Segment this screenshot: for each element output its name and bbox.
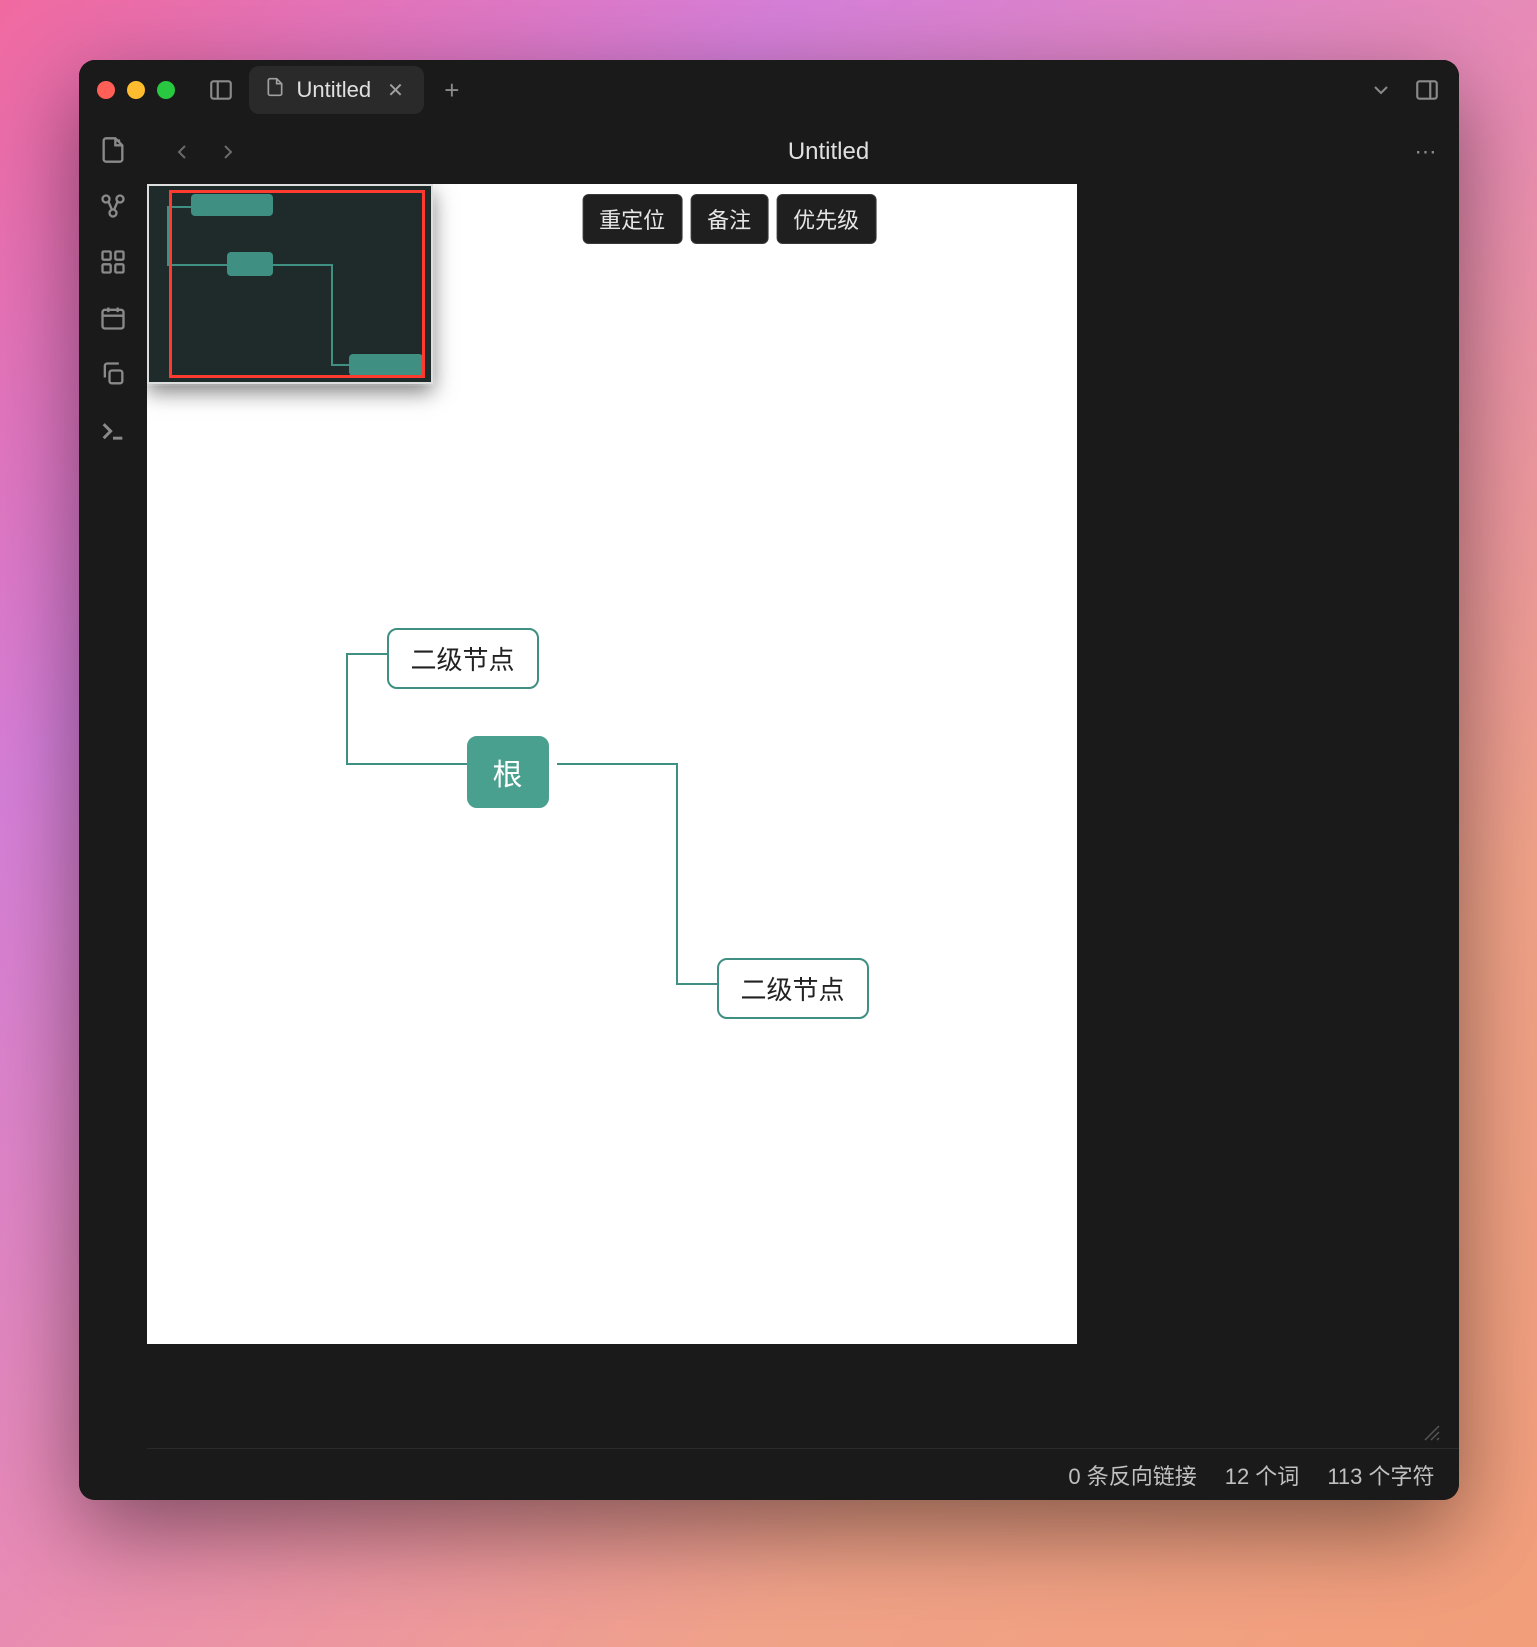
window-maximize-button[interactable]	[157, 81, 175, 99]
editor: 重定位 备注 优先级 二级节点 根	[147, 184, 1459, 1448]
priority-button[interactable]: 优先级	[776, 194, 876, 244]
status-char-count[interactable]: 113 个字符	[1327, 1459, 1434, 1491]
node-label: 二级节点	[411, 645, 515, 675]
right-gutter	[1077, 184, 1447, 1448]
mindmap-toolbar: 重定位 备注 优先级	[582, 194, 876, 244]
mindmap-canvas[interactable]: 重定位 备注 优先级 二级节点 根	[147, 184, 1077, 1344]
document-title: Untitled	[259, 138, 1399, 166]
toggle-left-sidebar-icon[interactable]	[207, 76, 235, 104]
tab-untitled[interactable]: Untitled ✕	[249, 66, 424, 114]
minimap[interactable]	[147, 184, 433, 384]
tab-title: Untitled	[297, 77, 372, 103]
toggle-right-sidebar-icon[interactable]	[1413, 76, 1441, 104]
mindmap-node-root[interactable]: 根	[467, 736, 549, 808]
status-word-count[interactable]: 12 个词	[1225, 1459, 1300, 1491]
tab-bar: Untitled ✕ +	[249, 60, 1353, 120]
copy-icon[interactable]	[97, 358, 129, 390]
node-label: 二级节点	[741, 975, 845, 1005]
status-bar: 0 条反向链接 12 个词 113 个字符	[147, 1448, 1459, 1500]
calendar-icon[interactable]	[97, 302, 129, 334]
window-close-button[interactable]	[97, 81, 115, 99]
graph-icon[interactable]	[97, 190, 129, 222]
window-minimize-button[interactable]	[127, 81, 145, 99]
activity-bar	[79, 120, 147, 1500]
grid-icon[interactable]	[97, 246, 129, 278]
new-tab-button[interactable]: +	[432, 70, 472, 110]
tab-close-button[interactable]: ✕	[383, 78, 408, 103]
resize-handle[interactable]	[1423, 1424, 1441, 1442]
file-icon	[265, 77, 285, 103]
traffic-lights	[97, 81, 175, 99]
chevron-down-icon[interactable]	[1367, 76, 1395, 104]
canvas-area: 重定位 备注 优先级 二级节点 根	[147, 184, 1447, 1448]
main-area: Untitled ⋯	[147, 120, 1459, 1500]
nav-forward-button[interactable]	[213, 137, 243, 167]
app-window: Untitled ✕ +	[79, 60, 1459, 1500]
mindmap-node-child[interactable]: 二级节点	[387, 628, 539, 689]
document-header: Untitled ⋯	[147, 120, 1459, 184]
more-menu-button[interactable]: ⋯	[1415, 139, 1439, 165]
note-button[interactable]: 备注	[690, 194, 768, 244]
nav-back-button[interactable]	[167, 137, 197, 167]
titlebar: Untitled ✕ +	[79, 60, 1459, 120]
node-label: 根	[493, 759, 523, 792]
status-backlinks[interactable]: 0 条反向链接	[1068, 1459, 1196, 1491]
relocate-button[interactable]: 重定位	[582, 194, 682, 244]
minimap-viewport[interactable]	[169, 190, 425, 378]
terminal-icon[interactable]	[97, 414, 129, 446]
files-icon[interactable]	[97, 134, 129, 166]
body: Untitled ⋯	[79, 120, 1459, 1500]
mindmap-node-child[interactable]: 二级节点	[717, 958, 869, 1019]
